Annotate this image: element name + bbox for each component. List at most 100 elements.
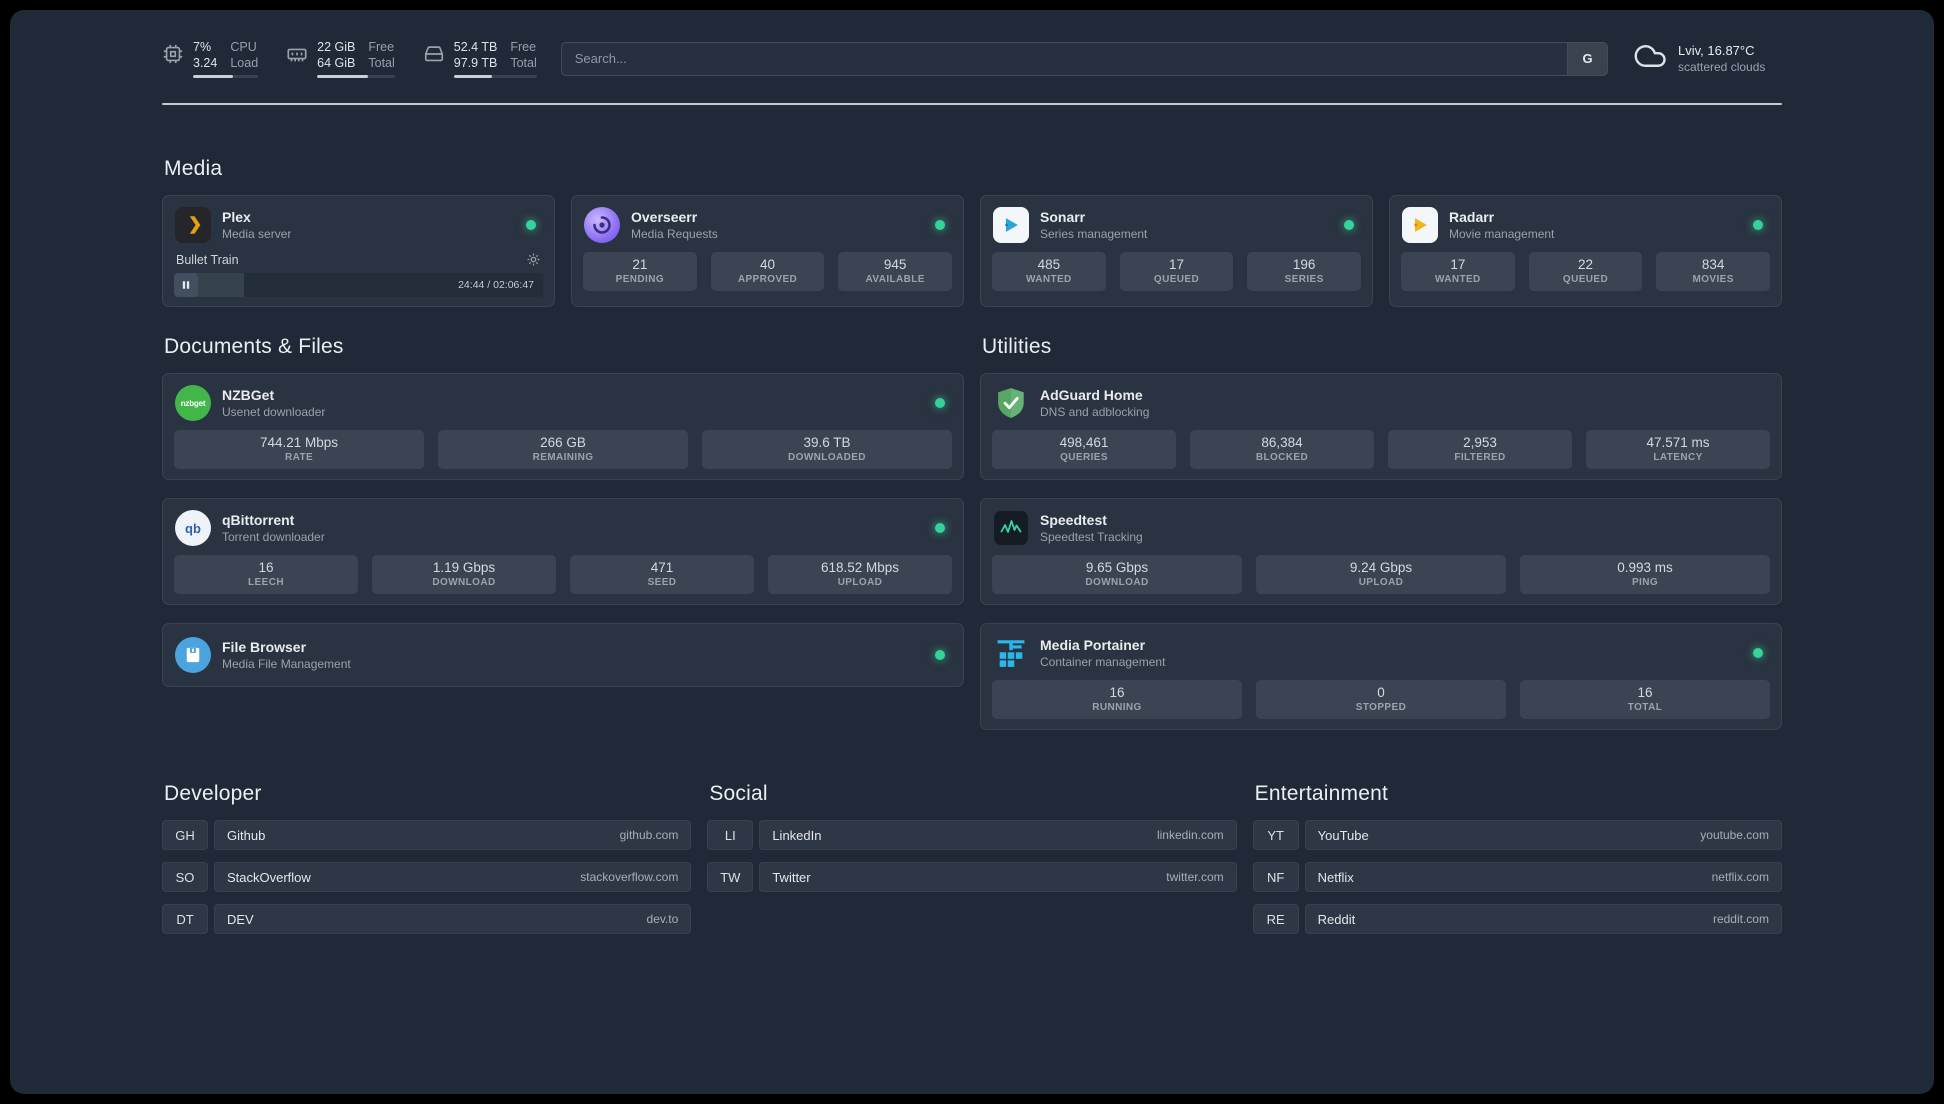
service-name: File Browser [222,639,307,655]
bookmark-twitter[interactable]: TW Twitter twitter.com [707,862,1237,892]
stat-label: WANTED [1025,274,1072,285]
status-online-dot [1753,220,1763,230]
stat-download: 1.19 Gbps DOWNLOAD [372,555,556,594]
service-stats: 16 RUNNING 0 STOPPED 16 TOTAL [990,680,1772,720]
bookmark-github[interactable]: GH Github github.com [162,820,692,850]
service-description: Media server [222,227,292,241]
stat-label: AVAILABLE [865,274,925,285]
stat-latency: 47.571 ms LATENCY [1586,430,1770,469]
bookmark-linkedin[interactable]: LI LinkedIn linkedin.com [707,820,1237,850]
stat-label: REMAINING [532,452,594,463]
service-card-sonarr[interactable]: Sonarr Series management 485 WANTED 17 QUEUED… [980,195,1373,307]
stat-pending: 21 PENDING [583,252,697,291]
portainer-icon [992,634,1030,672]
search-provider-button[interactable]: G [1567,42,1607,75]
stat-label: STOPPED [1355,702,1407,713]
service-card-nzbget[interactable]: nzbget NZBGet Usenet downloader 744.21 Mbps… [162,373,964,480]
service-header: Plex Media server [172,205,545,252]
service-stats: 744.21 Mbps RATE 266 GB REMAINING 39.6 TB DOW… [172,430,954,470]
service-card-overseerr[interactable]: Overseerr Media Requests 21 PENDING 40 APPROV… [571,195,964,307]
resource-usage-bar [193,75,259,79]
bookmark-abbr: LI [707,820,754,850]
service-stats: 485 WANTED 17 QUEUED 196 SERIES [990,252,1363,292]
service-card-file-browser[interactable]: File Browser Media File Management [162,623,964,687]
service-header: qb qBittorrent Torrent downloader [172,508,954,555]
service-description: Media Requests [631,227,718,241]
stat-wanted: 17 WANTED [1401,252,1515,291]
bookmark-list: GH Github github.com SO StackOverflow stackov… [162,820,692,934]
bookmark-abbr: RE [1252,904,1299,934]
bookmark-abbr: YT [1252,820,1299,850]
service-stats: 17 WANTED 22 QUEUED 834 MOVIES [1399,252,1772,292]
pause-button[interactable] [174,273,198,297]
bookmark-reddit[interactable]: RE Reddit reddit.com [1252,904,1782,934]
bookmark-url: dev.to [646,912,679,926]
bookmark-stackoverflow[interactable]: SO StackOverflow stackoverflow.com [162,862,692,892]
bookmark-netflix[interactable]: NF Netflix netflix.com [1252,862,1782,892]
stat-value: 2,953 [1463,435,1497,450]
service-stats: 498,461 QUERIES 86,384 BLOCKED 2,953 FILTERED… [990,430,1772,470]
service-description: Series management [1040,227,1148,241]
bookmark-dev[interactable]: DT DEV dev.to [162,904,692,934]
search-input[interactable] [561,42,1567,75]
resource-widget-disk: 52.4 TB 97.9 TB Free Total [423,39,537,79]
stat-rate: 744.21 Mbps RATE [174,430,424,469]
service-card-adguard-home[interactable]: AdGuard Home DNS and adblocking 498,461 QUE… [980,373,1782,480]
bookmark-url: github.com [619,828,679,842]
bookmark-name: Reddit [1317,911,1356,927]
stat-upload: 618.52 Mbps UPLOAD [768,555,952,594]
bookmark-name: LinkedIn [772,827,822,843]
bookmark-abbr: DT [162,904,208,934]
filebrowser-icon [174,636,212,674]
stat-label: QUEUED [1153,274,1200,285]
stat-value: 16 [258,560,274,575]
stat-remaining: 266 GB REMAINING [438,430,688,469]
status-online-dot [1753,648,1763,658]
stat-value: 744.21 Mbps [259,435,339,450]
sonarr-icon [992,206,1030,244]
bookmark-url: reddit.com [1712,912,1769,926]
resource-widgets: 7% 3.24 CPU Load 22 GiB 64 GiB Free Total 52.4 T… [162,39,537,79]
stat-download: 9.65 Gbps DOWNLOAD [992,555,1242,594]
service-card-plex[interactable]: Plex Media server Bullet Train 24:44 / 02:0… [162,195,555,307]
stat-running: 16 RUNNING [992,680,1242,719]
stat-queued: 17 QUEUED [1119,252,1234,291]
stat-total: 16 TOTAL [1520,680,1770,719]
stat-value: 22 [1577,257,1593,272]
service-description: DNS and adblocking [1040,405,1150,419]
bookmark-abbr: TW [707,862,754,892]
bookmark-url: stackoverflow.com [580,870,679,884]
resource-labels: Free Total [368,39,395,70]
stat-value: 16 [1637,685,1653,700]
stat-label: PING [1631,577,1659,588]
bookmark-url: netflix.com [1711,870,1769,884]
bookmark-youtube[interactable]: YT YouTube youtube.com [1252,820,1782,850]
service-header: Overseerr Media Requests [581,205,954,252]
disk-icon [423,39,445,70]
gear-icon[interactable] [526,252,541,267]
playback-progress-bar[interactable]: 24:44 / 02:06:47 [174,273,543,297]
resource-values: 22 GiB 64 GiB [317,39,356,70]
bookmark-group-developer: Developer GH Github github.com SO StackOverfl… [162,782,692,934]
stat-value: 86,384 [1261,435,1303,450]
stat-label: LEECH [248,577,284,588]
service-name: Media Portainer [1040,637,1146,653]
stat-label: LATENCY [1653,452,1703,463]
service-name: NZBGet [222,387,275,403]
status-online-dot [935,523,945,533]
service-card-media-portainer[interactable]: Media Portainer Container management 16 RUN… [980,623,1782,730]
media-cards-row: Plex Media server Bullet Train 24:44 / 02:0… [162,195,1782,307]
stat-value: 0.993 ms [1617,560,1673,575]
stat-value: 17 [1168,257,1184,272]
service-card-qbittorrent[interactable]: qb qBittorrent Torrent downloader 16 LEECH 1.… [162,498,964,605]
service-stats: 16 LEECH 1.19 Gbps DOWNLOAD 471 SEED 618.52 Mb… [172,555,954,595]
service-name: Radarr [1449,209,1495,225]
service-card-speedtest[interactable]: Speedtest Speedtest Tracking 9.65 Gbps DOWN… [980,498,1782,605]
service-header: Radarr Movie management [1399,205,1772,252]
stat-upload: 9.24 Gbps UPLOAD [1256,555,1506,594]
bookmark-url: linkedin.com [1156,828,1224,842]
stat-label: RUNNING [1092,702,1142,713]
service-description: Movie management [1449,227,1555,241]
service-card-radarr[interactable]: Radarr Movie management 17 WANTED 22 QUEUED 83… [1389,195,1782,307]
bookmark-name: DEV [227,911,254,927]
